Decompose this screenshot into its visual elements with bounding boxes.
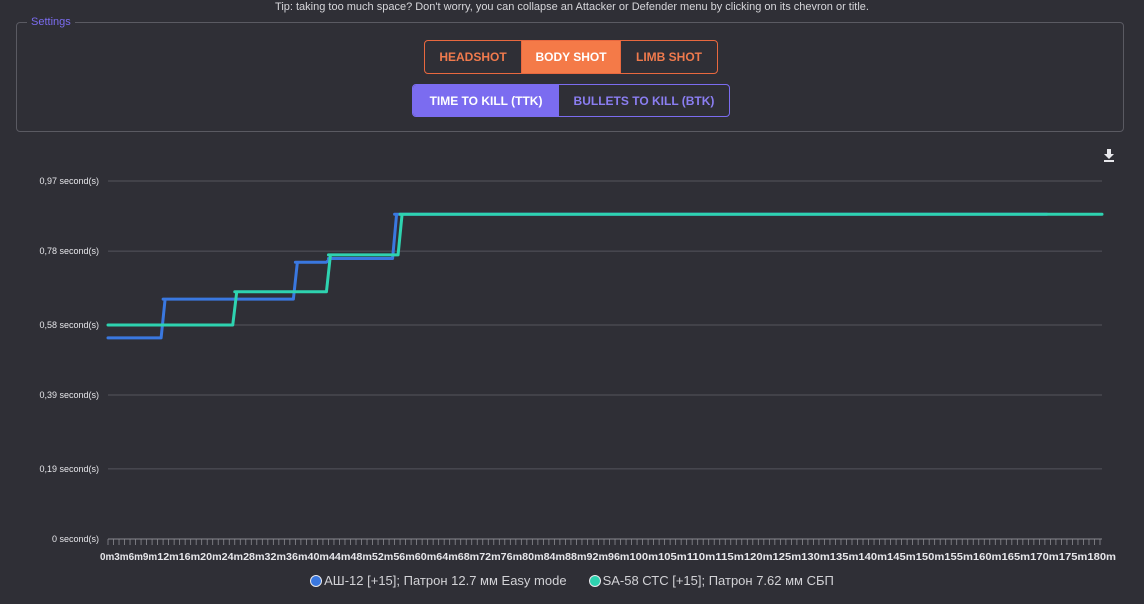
- legend-item-series-2[interactable]: SA-58 СТС [+15]; Патрон 7.62 мм СБП: [588, 573, 834, 588]
- x-tick-label: 64m: [436, 552, 458, 563]
- x-tick-label: 3m: [114, 552, 128, 563]
- ttk-chart: 0 second(s) 0,19 second(s) 0,39 second(s) 0…: [39, 176, 1116, 563]
- x-tick-label: 0m: [100, 552, 114, 563]
- x-tick-label: 88m: [565, 552, 587, 563]
- x-tick-label: 60m: [415, 552, 437, 563]
- x-tick-label: 80m: [522, 552, 544, 563]
- series-line-2: [106, 212, 1104, 327]
- x-tick-label: 84m: [544, 552, 566, 563]
- x-tick-label: 135m: [830, 552, 859, 563]
- x-tick-label: 92m: [587, 552, 609, 563]
- x-tick-label: 100m: [629, 552, 658, 563]
- legend-item-series-1[interactable]: АШ-12 [+15]; Патрон 12.7 мм Easy mode: [310, 573, 567, 588]
- x-tick-label: 72m: [479, 552, 501, 563]
- x-tick-label: 36m: [286, 552, 308, 563]
- x-tick-label: 165m: [1002, 552, 1031, 563]
- x-tick-label: 6m: [129, 552, 143, 563]
- x-tick-label: 160m: [973, 552, 1002, 563]
- legend-swatch-series-1: [310, 574, 323, 587]
- x-tick-label: 52m: [372, 552, 394, 563]
- y-tick-label: 0 second(s): [52, 534, 99, 544]
- y-tick-label: 0,39 second(s): [39, 390, 99, 400]
- x-tick-label: 20m: [200, 552, 222, 563]
- y-tick-label: 0,58 second(s): [39, 320, 99, 330]
- x-tick-label: 40m: [307, 552, 329, 563]
- x-tick-label: 130m: [801, 552, 830, 563]
- legend-swatch-series-2: [588, 574, 601, 587]
- x-tick-label: 24m: [222, 552, 244, 563]
- y-tick-label: 0,78 second(s): [39, 246, 99, 256]
- x-tick-label: 175m: [1059, 552, 1088, 563]
- x-tick-label: 32m: [265, 552, 287, 563]
- x-tick-label: 48m: [350, 552, 372, 563]
- x-tick-label: 150m: [916, 552, 945, 563]
- x-tick-label: 68m: [458, 552, 480, 563]
- x-tick-label: 9m: [143, 552, 157, 563]
- x-tick-label: 76m: [501, 552, 523, 563]
- y-tick-label: 0,97 second(s): [39, 176, 99, 186]
- x-tick-label: 180m: [1087, 552, 1116, 563]
- series-line-1: [106, 212, 1049, 340]
- x-tick-label: 56m: [393, 552, 415, 563]
- x-tick-label: 125m: [773, 552, 802, 563]
- x-tick-label: 44m: [329, 552, 351, 563]
- x-tick-label: 140m: [858, 552, 887, 563]
- x-tick-label: 115m: [715, 552, 744, 563]
- x-tick-label: 170m: [1030, 552, 1059, 563]
- y-tick-label: 0,19 second(s): [39, 464, 99, 474]
- x-tick-label: 155m: [944, 552, 973, 563]
- legend-label-series-1: АШ-12 [+15]; Патрон 12.7 мм Easy mode: [324, 573, 567, 588]
- chart-legend: АШ-12 [+15]; Патрон 12.7 мм Easy mode SA…: [0, 573, 1144, 588]
- x-tick-label: 120m: [744, 552, 773, 563]
- x-tick-label: 145m: [887, 552, 916, 563]
- legend-label-series-2: SA-58 СТС [+15]; Патрон 7.62 мм СБП: [602, 573, 834, 588]
- x-tick-label: 16m: [179, 552, 201, 563]
- x-tick-label: 12m: [157, 552, 179, 563]
- x-tick-label: 96m: [608, 552, 630, 563]
- x-tick-label: 28m: [243, 552, 265, 563]
- x-tick-label: 110m: [687, 552, 716, 563]
- x-tick-label: 105m: [658, 552, 687, 563]
